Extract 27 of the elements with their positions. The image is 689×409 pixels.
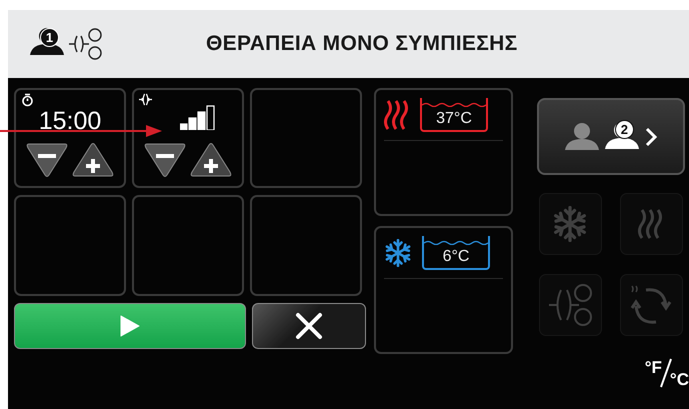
heat-waves-icon [384,99,410,131]
user-number: 2 [614,120,634,138]
compression-icon [139,93,152,106]
timer-value: 15:00 [38,108,102,134]
user-icon [564,123,599,150]
cancel-button[interactable] [252,303,366,349]
decrease-button[interactable] [144,142,186,178]
play-icon [119,314,141,338]
user-number: 1 [40,28,59,47]
temperature-value: 6°C [442,248,470,267]
stopwatch-icon [21,93,34,107]
snowflake-icon [384,239,412,267]
compression-heat-cold-icon [547,282,594,328]
chevron-right-icon [644,126,657,146]
increase-button[interactable] [190,142,232,178]
next-user-button[interactable]: 2 [536,98,685,175]
close-icon [295,312,323,340]
decrease-button[interactable] [26,142,68,178]
increase-button[interactable] [72,142,114,178]
start-button[interactable] [14,303,246,349]
screen-title: ΘΕΡΑΠΕΙΑ ΜΟΝΟ ΣΥΜΠΙΕΣΗΣ [206,32,518,56]
slash-icon [660,358,672,388]
unit-toggle[interactable]: °F °C [644,358,689,390]
snowflake-icon [552,206,588,242]
compression-heat-cold-icon [68,28,102,60]
heat-waves-icon [638,208,664,240]
temperature-value: 37°C [436,110,472,129]
